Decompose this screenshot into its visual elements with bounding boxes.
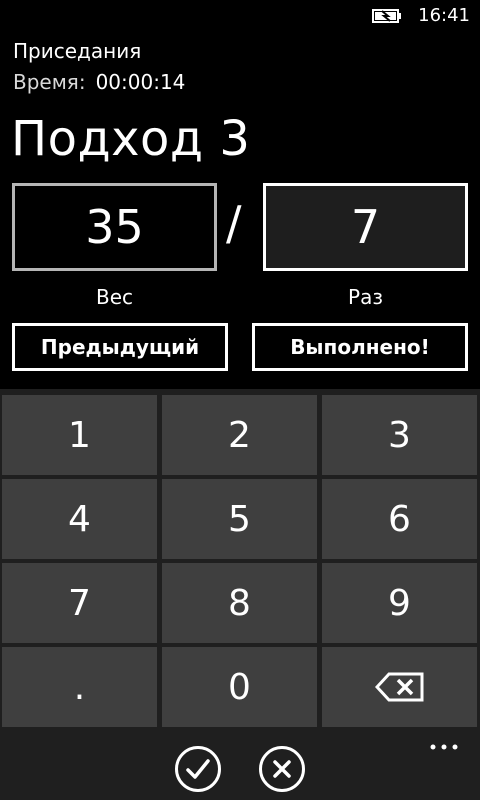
close-circle-icon xyxy=(259,746,305,792)
key-6-label: 6 xyxy=(388,498,411,540)
key-2[interactable]: 2 xyxy=(162,395,317,475)
set-title: Подход 3 xyxy=(11,111,251,167)
key-9[interactable]: 9 xyxy=(322,563,477,643)
weight-value: 35 xyxy=(85,200,144,254)
backspace-icon xyxy=(374,672,423,702)
more-options-button[interactable] xyxy=(428,739,460,753)
previous-button[interactable]: Предыдущий xyxy=(12,323,228,371)
status-bar: 16:41 xyxy=(0,0,480,32)
elapsed-time-row: Время: 00:00:14 xyxy=(13,69,185,95)
key-7[interactable]: 7 xyxy=(2,563,157,643)
app-bar xyxy=(0,729,480,800)
elapsed-time-label: Время: xyxy=(13,70,86,94)
key-3-label: 3 xyxy=(388,414,411,456)
key-5[interactable]: 5 xyxy=(162,479,317,559)
key-8-label: 8 xyxy=(228,582,251,624)
key-0-label: 0 xyxy=(228,666,251,708)
key-4[interactable]: 4 xyxy=(2,479,157,559)
reps-value: 7 xyxy=(350,200,381,254)
weight-input[interactable]: 35 xyxy=(12,183,217,271)
key-4-label: 4 xyxy=(68,498,91,540)
key-decimal[interactable]: . xyxy=(2,647,157,727)
done-button[interactable]: Выполнено! xyxy=(252,323,468,371)
key-6[interactable]: 6 xyxy=(322,479,477,559)
key-8[interactable]: 8 xyxy=(162,563,317,643)
key-1[interactable]: 1 xyxy=(2,395,157,475)
cancel-button[interactable] xyxy=(258,745,306,793)
key-1-label: 1 xyxy=(68,414,91,456)
reps-label: Раз xyxy=(348,285,383,309)
check-circle-icon xyxy=(175,746,221,792)
key-9-label: 9 xyxy=(388,582,411,624)
battery-charging-icon xyxy=(372,9,401,23)
key-2-label: 2 xyxy=(228,414,251,456)
key-decimal-label: . xyxy=(73,666,86,708)
weight-label: Вес xyxy=(95,285,134,309)
key-5-label: 5 xyxy=(228,498,251,540)
key-backspace[interactable] xyxy=(322,647,477,727)
previous-button-label: Предыдущий xyxy=(40,335,200,359)
exercise-title: Приседания xyxy=(13,39,142,63)
done-button-label: Выполнено! xyxy=(290,335,430,359)
elapsed-time-value: 00:00:14 xyxy=(95,70,186,94)
ellipsis-icon xyxy=(430,744,458,750)
numeric-keypad: 1 2 3 4 5 6 7 8 9 . 0 xyxy=(0,389,480,729)
status-time: 16:41 xyxy=(418,5,470,26)
key-3[interactable]: 3 xyxy=(322,395,477,475)
reps-input[interactable]: 7 xyxy=(263,183,468,271)
key-0[interactable]: 0 xyxy=(162,647,317,727)
confirm-button[interactable] xyxy=(174,745,222,793)
key-7-label: 7 xyxy=(68,582,91,624)
separator-slash: / xyxy=(226,196,242,250)
